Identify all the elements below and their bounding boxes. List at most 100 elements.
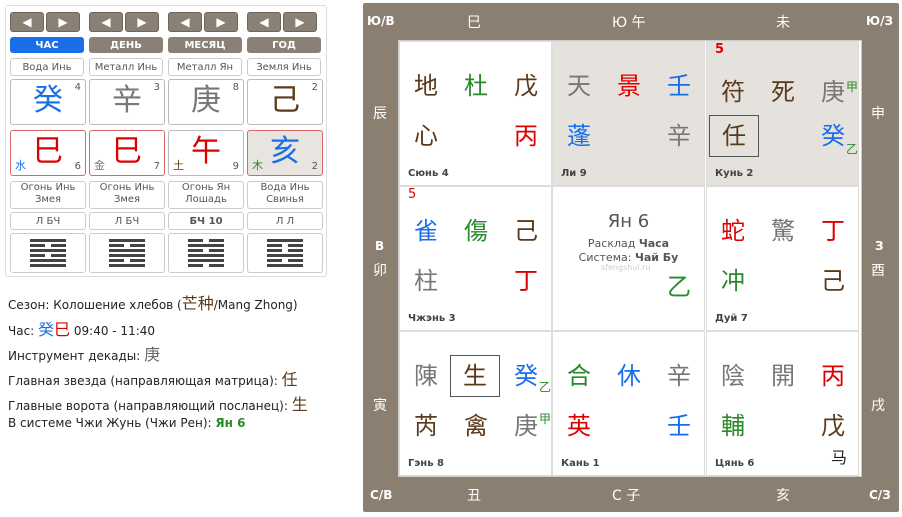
- pillar-tag-year: Л Л: [247, 212, 323, 230]
- center-earth-stem: 乙: [667, 273, 691, 301]
- palace-center: Ян 6 Расклад Часа Система: Чай Бу sfengs…: [552, 186, 705, 331]
- hour-stem: 癸: [38, 320, 55, 339]
- center-title: Ян 6: [607, 211, 650, 232]
- star-value: 任: [281, 370, 298, 389]
- bottom-branch-1: 丑: [467, 488, 481, 504]
- earth-stem: 丙: [514, 122, 538, 150]
- deity: 合: [567, 362, 591, 390]
- earth-stem: 癸: [821, 122, 845, 150]
- system-value: Ян 6: [215, 416, 246, 430]
- hour-label: Час:: [8, 324, 39, 338]
- hexagram-month-icon: [168, 233, 244, 273]
- tab-month[interactable]: МЕСЯЦ: [168, 37, 242, 53]
- hour-time: 09:40 - 11:40: [70, 324, 156, 338]
- palace-kan[interactable]: 合 休 辛 英 壬 Кань 1: [552, 331, 705, 476]
- branch-number: 2: [311, 161, 318, 172]
- branch-number: 6: [74, 161, 81, 172]
- watermark: sfengshui.ru: [601, 263, 651, 272]
- left-branch-3: 寅: [373, 398, 387, 414]
- hour-branch: 巳: [54, 320, 71, 339]
- stem-hour: 癸 4: [10, 79, 86, 125]
- stem-year: 己 2: [247, 79, 323, 125]
- palace-zhen[interactable]: 5 雀 傷 己 柱 丁 Чжэнь 3: [399, 186, 552, 331]
- nav-year: ◀ ▶: [247, 12, 319, 32]
- hexagram-year-icon: [247, 233, 323, 273]
- animal-name: Змея: [34, 194, 62, 205]
- deity: 陳: [414, 362, 438, 390]
- palace-gen[interactable]: 陳 生 癸 乙 芮 禽 庚 甲 Гэнь 8: [399, 331, 552, 476]
- stem-day: 辛 3: [89, 79, 165, 125]
- stem-number: 2: [311, 82, 318, 93]
- system-line: В системе Чжи Жунь (Чжи Рен): Ян 6: [8, 416, 245, 430]
- pillar-tag-day: Л БЧ: [89, 212, 165, 230]
- left-branch-1: 辰: [373, 106, 387, 122]
- earth-stem-hidden: 甲: [539, 412, 552, 426]
- prev-arrow-icon[interactable]: ◀: [168, 12, 202, 32]
- earth-stem: 辛: [667, 122, 691, 150]
- heaven-stem: 丁: [821, 217, 845, 245]
- earth-stem: 壬: [667, 412, 691, 440]
- branch-number: 7: [153, 161, 160, 172]
- star: 英: [567, 412, 591, 440]
- animal-element: Огонь Инь: [20, 182, 76, 193]
- palace-dui[interactable]: 蛇 驚 丁 冲 己 Дуй 7: [706, 186, 859, 331]
- tab-hour[interactable]: ЧАС: [10, 37, 84, 53]
- palace-qian[interactable]: 陰 開 丙 輔 戊 马 Цянь 6: [706, 331, 859, 476]
- corner-nw-label: С/З: [869, 488, 891, 502]
- palace-name: Сюнь 4: [408, 168, 449, 179]
- prev-arrow-icon[interactable]: ◀: [10, 12, 44, 32]
- heaven-stem: 丙: [821, 362, 845, 390]
- palace-xun[interactable]: 地 杜 戊 心 丙 Сюнь 4: [399, 41, 552, 186]
- star: 蓬: [567, 122, 591, 150]
- season-pinyin: /Mang Zhong): [213, 298, 298, 312]
- next-arrow-icon[interactable]: ▶: [125, 12, 159, 32]
- deity: 天: [567, 72, 591, 100]
- heaven-stem: 庚: [821, 78, 845, 106]
- branch-element: 金: [94, 159, 105, 172]
- palace-name: Чжэнь 3: [408, 313, 456, 324]
- tab-day[interactable]: ДЕНЬ: [89, 37, 163, 53]
- stem-number: 8: [232, 82, 239, 93]
- animal-name: Лошадь: [185, 194, 227, 205]
- palace-kun[interactable]: 5 符 死 庚 甲 任 癸 乙 Кунь 2: [706, 41, 859, 186]
- pillar-tag-hour: Л БЧ: [10, 212, 86, 230]
- branch-number: 9: [232, 161, 239, 172]
- animal-year: Вода Инь Свинья: [247, 181, 323, 209]
- deity: 陰: [721, 362, 745, 390]
- palace-li[interactable]: 天 景 壬 蓬 辛 Ли 9: [552, 41, 705, 186]
- stem-element-month: Металл Ян: [168, 58, 242, 76]
- palace-name: Ли 9: [561, 168, 587, 179]
- center-layout-value: Часа: [638, 237, 670, 250]
- next-arrow-icon[interactable]: ▶: [204, 12, 238, 32]
- next-arrow-icon[interactable]: ▶: [46, 12, 80, 32]
- star: 輔: [721, 412, 745, 440]
- deity: 雀: [414, 217, 438, 245]
- next-arrow-icon[interactable]: ▶: [283, 12, 317, 32]
- season-line: Сезон: Колошение хлебов (芒种/Mang Zhong): [8, 290, 298, 314]
- animal-name: Свинья: [266, 194, 304, 205]
- heaven-stem: 辛: [667, 362, 691, 390]
- animal-element: Огонь Ян: [181, 182, 231, 193]
- bottom-branch-2: С 子: [612, 488, 641, 504]
- bottom-branch-3: 亥: [776, 488, 790, 504]
- earth-stem: 己: [821, 267, 845, 295]
- branch-month: 午 9 土: [168, 130, 244, 176]
- deity: 符: [721, 78, 745, 106]
- stem-element-year: Земля Инь: [247, 58, 321, 76]
- tab-year[interactable]: ГОД: [247, 37, 321, 53]
- stem-number: 3: [153, 82, 160, 93]
- left-direction: В: [375, 239, 385, 253]
- heaven-stem-hidden: 甲: [846, 80, 859, 94]
- star: 冲: [721, 267, 745, 295]
- star-highlighted: 任: [709, 115, 759, 157]
- nav-hour: ◀ ▶: [10, 12, 82, 32]
- branch-day: 巳 7 金: [89, 130, 165, 176]
- earth-stem-hidden: 乙: [846, 142, 859, 156]
- corner-se-label: Ю/В: [367, 14, 395, 28]
- prev-arrow-icon[interactable]: ◀: [89, 12, 123, 32]
- corner-ne-label: С/В: [370, 488, 393, 502]
- right-branch-2: 酉: [871, 263, 885, 279]
- hour-line: Час: 癸巳 09:40 - 11:40: [8, 316, 155, 340]
- prev-arrow-icon[interactable]: ◀: [247, 12, 281, 32]
- animal-element: Огонь Инь: [99, 182, 155, 193]
